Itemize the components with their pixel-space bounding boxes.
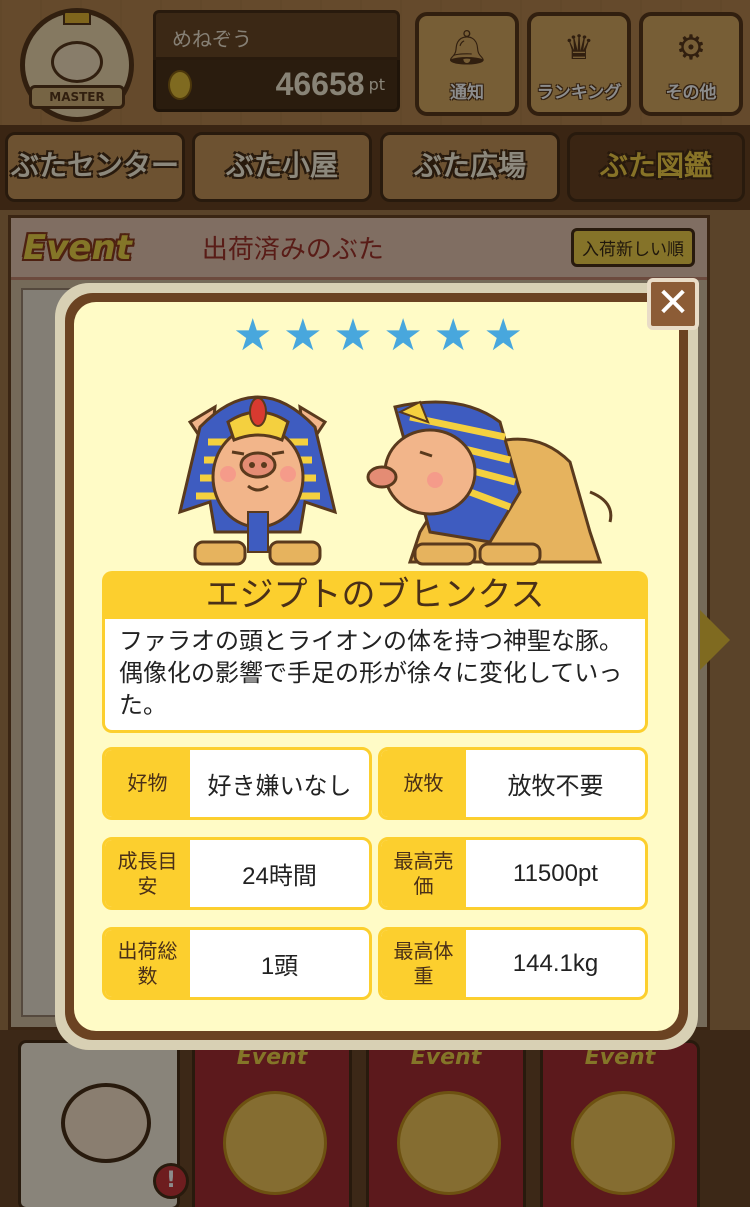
stat-label: 好物: [105, 750, 190, 817]
pig-sphinx-illustration: [177, 395, 613, 566]
stat-favorite-food: 好物 好き嫌いなし: [102, 747, 372, 820]
star-icon: ★: [333, 310, 373, 361]
star-icon: ★: [233, 310, 273, 361]
stat-total-shipped: 出荷総数 1頭: [102, 927, 372, 1000]
stat-value: 放牧不要: [507, 773, 604, 800]
stat-growth-time: 成長目安 24時間: [102, 837, 372, 910]
star-icon: ★: [283, 310, 323, 361]
pig-sphinx-front: [177, 395, 338, 566]
stat-max-weight: 最高体重 144.1kg: [378, 927, 648, 1000]
stat-value: 1頭: [260, 953, 299, 980]
stat-max-price: 最高売価 11500pt: [378, 837, 648, 910]
stat-grazing: 放牧 放牧不要: [378, 747, 648, 820]
star-icon: ★: [483, 310, 523, 361]
star-icon: ★: [433, 310, 473, 361]
stat-label: 成長目安: [105, 840, 190, 907]
stat-label: 最高売価: [381, 840, 466, 907]
stat-label: 放牧: [381, 750, 466, 817]
rarity-stars: ★ ★ ★ ★ ★ ★: [233, 312, 523, 360]
pig-sphinx-side: [366, 400, 613, 566]
stat-value: 好き嫌いなし: [207, 773, 352, 800]
stat-value: 24時間: [242, 863, 317, 890]
star-icon: ★: [383, 310, 423, 361]
stat-label: 最高体重: [381, 930, 466, 997]
stat-value: 11500pt: [513, 859, 598, 887]
stat-value: 144.1kg: [512, 949, 599, 977]
stat-label: 出荷総数: [105, 930, 190, 997]
close-button[interactable]: ✕: [647, 278, 699, 330]
pig-description: ファラオの頭とライオンの体を持つ神聖な豚。偶像化の影響で手足の形が徐々に変化して…: [102, 619, 648, 733]
pig-name: エジプトのブヒンクス: [102, 571, 648, 619]
